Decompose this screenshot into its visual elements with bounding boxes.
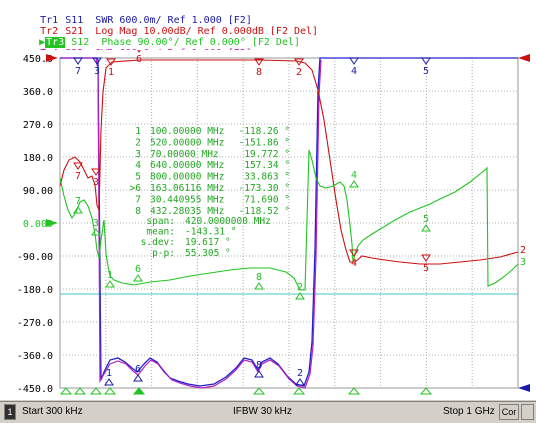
status-tail-box: [521, 404, 534, 420]
marker-number: 8: [256, 360, 262, 371]
stat-value: 55.305 °: [185, 248, 231, 259]
trace-header: Tr1 S11 SWR 600.0m/ Ref 1.000 [F2] Tr2 S…: [0, 0, 536, 59]
marker-number: 6: [135, 364, 141, 375]
channel-indicator[interactable]: 1: [4, 404, 16, 420]
start-frequency[interactable]: Start 300 kHz: [22, 405, 83, 419]
stat-label: mean:: [146, 227, 175, 238]
marker-number: 5: [423, 263, 429, 274]
marker-number: 3: [94, 66, 100, 77]
stat-value: -143.31 °: [185, 227, 236, 238]
marker-row-number: 1: [135, 126, 141, 137]
ifbw-setting[interactable]: IFBW 30 kHz: [233, 405, 292, 419]
marker-row-number: 7: [135, 194, 141, 205]
marker-row-value: -118.26 °: [239, 126, 290, 137]
right-marker-3-label: 3: [520, 257, 526, 268]
y-axis-label: -360.0: [17, 351, 53, 362]
marker-number: 7: [75, 171, 81, 182]
marker-number: 7: [75, 66, 81, 77]
marker-number: 3: [93, 177, 99, 188]
marker-number: 5: [423, 66, 429, 77]
marker-row-number: 2: [135, 137, 141, 148]
marker-row-frequency: 800.00000 MHz: [150, 172, 224, 183]
marker-row-number: 5: [135, 172, 141, 183]
marker-number: 1: [108, 67, 114, 78]
marker-row-frequency: 30.440955 MHz: [150, 194, 224, 205]
marker-number: 7: [75, 196, 81, 207]
y-axis-label: 180.0: [23, 153, 53, 164]
marker-row-value: 33.863 °: [244, 172, 290, 183]
marker-row-number: 8: [135, 206, 141, 217]
marker-number: 5: [423, 214, 429, 225]
trace-line-4[interactable]: Tr4 S22 SWR 600.0m/ Ref 1.000 [F2]: [3, 36, 252, 59]
marker-number: 3: [93, 218, 99, 229]
measurement-plot[interactable]: 450.0360.0270.0180.090.000.000-90.00-180…: [0, 50, 536, 400]
marker-number: 4: [351, 170, 357, 181]
correction-indicator[interactable]: Cor: [499, 404, 519, 420]
stat-label: p-p:: [152, 248, 175, 259]
y-axis-label: 270.0: [23, 120, 53, 131]
stat-label: span:: [146, 216, 175, 227]
y-axis-label: -450.0: [17, 384, 53, 395]
stat-label: s.dev:: [141, 237, 175, 248]
marker-row-value: -151.86 °: [239, 137, 290, 148]
marker-number: 2: [297, 282, 303, 293]
marker-row-value: 19.772 °: [244, 149, 290, 160]
marker-number: 6: [136, 54, 142, 65]
y-axis-label: 90.00: [23, 186, 53, 197]
marker-number: 2: [297, 368, 303, 379]
status-bar: 1 Start 300 kHz IFBW 30 kHz Stop 1 GHz C…: [0, 401, 536, 423]
stop-frequency[interactable]: Stop 1 GHz: [443, 405, 495, 419]
marker-row-frequency: 640.00000 MHz: [150, 160, 224, 171]
marker-row-frequency: 163.06116 MHz: [150, 183, 224, 194]
marker-row-number: 4: [135, 160, 141, 171]
marker-number: 8: [256, 272, 262, 283]
marker-row-number: 3: [135, 149, 141, 160]
marker-row-value: -173.30 °: [239, 183, 290, 194]
marker-number: 4: [351, 258, 357, 269]
marker-number: 4: [351, 66, 357, 77]
marker-row-frequency: 70.00000 MHz: [150, 149, 219, 160]
y-axis-label: -90.00: [17, 252, 53, 263]
marker-row-value: 157.34 °: [244, 160, 290, 171]
marker-row-frequency: 520.00000 MHz: [150, 137, 224, 148]
vna-window: Tr1 S11 SWR 600.0m/ Ref 1.000 [F2] Tr2 S…: [0, 0, 536, 423]
marker-row-number: >6: [130, 183, 142, 194]
marker-number: 8: [256, 67, 262, 78]
y-axis-label: 360.0: [23, 87, 53, 98]
stat-value: 19.617 °: [185, 237, 231, 248]
y-axis-label: -180.0: [17, 285, 53, 296]
marker-number: 1: [107, 270, 113, 281]
marker-readout-table: 1 100.00000 MHz -118.26 ° 2 520.00000 MHz -15…: [130, 126, 290, 217]
marker-number: 2: [296, 67, 302, 78]
marker-row-frequency: 100.00000 MHz: [150, 126, 224, 137]
y-axis-label: -270.0: [17, 318, 53, 329]
right-marker-2-label: 2: [520, 245, 526, 256]
marker-number: 1: [106, 368, 112, 379]
marker-row-value: 71.690 °: [244, 194, 290, 205]
marker-number: 6: [135, 264, 141, 275]
stat-value: 420.0000000 MHz: [185, 216, 271, 227]
